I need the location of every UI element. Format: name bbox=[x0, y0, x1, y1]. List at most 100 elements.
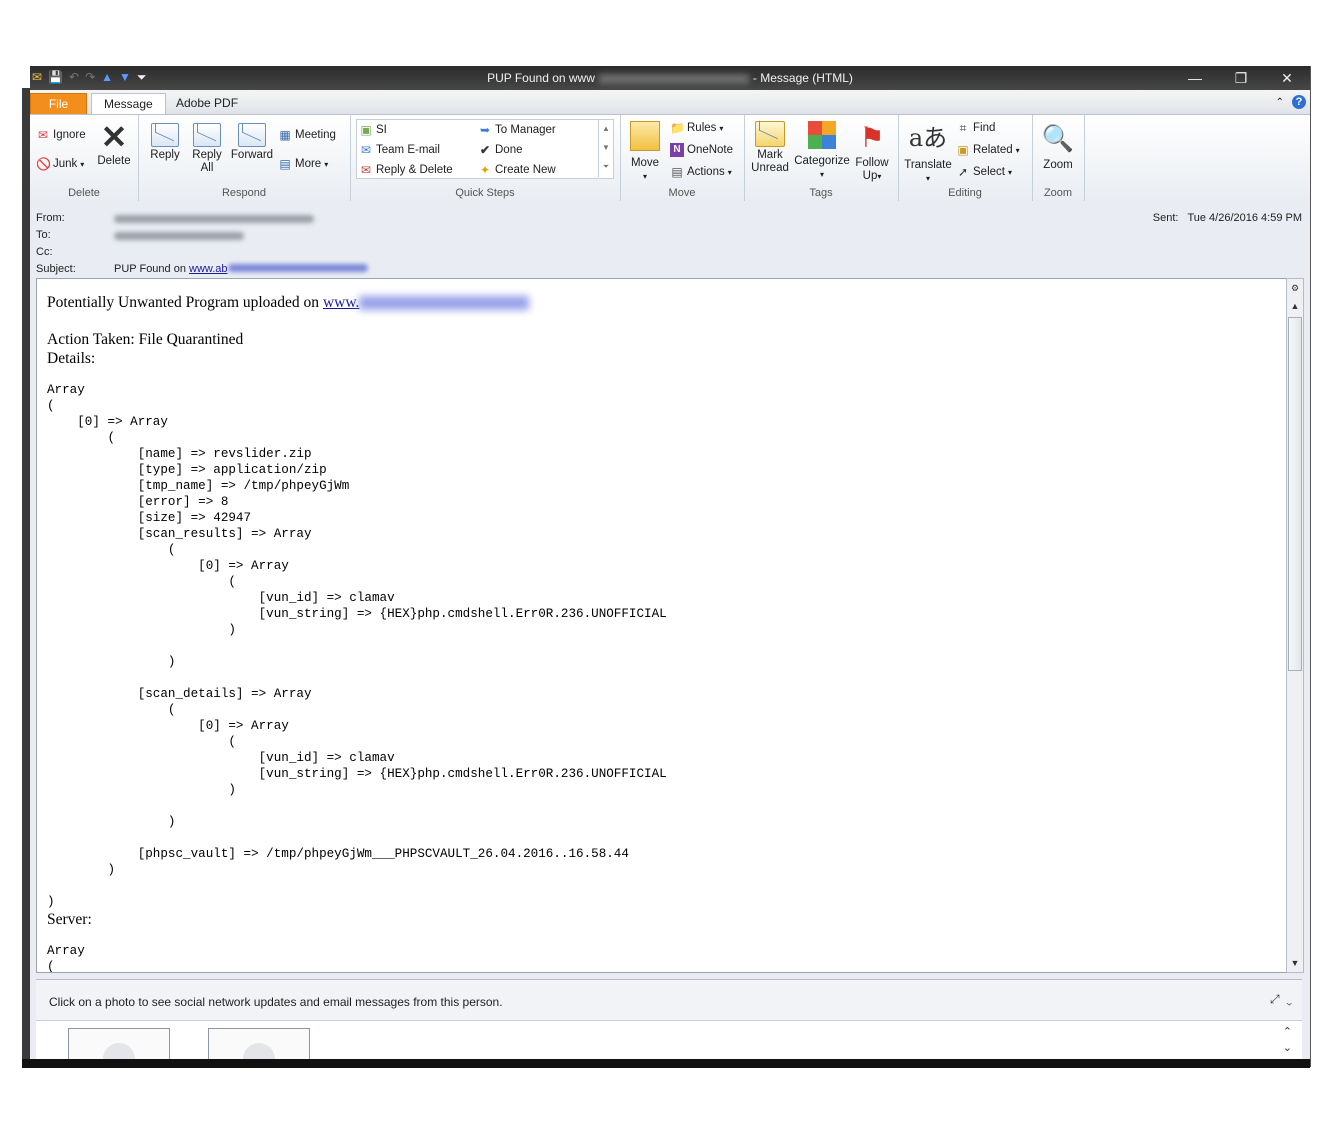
redacted-link bbox=[359, 296, 530, 311]
ignore-icon: ✉ bbox=[37, 128, 49, 142]
tab-file[interactable]: File bbox=[30, 93, 87, 115]
meeting-calendar-icon: ▦ bbox=[279, 128, 291, 142]
quickstep-reply-delete[interactable]: ✉ Reply & Delete bbox=[359, 163, 453, 177]
scroll-down-arrow[interactable]: ▼ bbox=[1287, 956, 1303, 971]
window-controls: — ❐ ✕ bbox=[1172, 66, 1310, 90]
checkmark-icon: ✔ bbox=[479, 143, 491, 157]
categorize-icon bbox=[808, 121, 836, 149]
minimize-button[interactable]: — bbox=[1172, 66, 1218, 90]
cc-label: Cc: bbox=[36, 246, 53, 258]
forward-arrow-icon: ➥ bbox=[479, 123, 491, 137]
quickstep-create-new[interactable]: ✦ Create New bbox=[478, 163, 556, 177]
mark-unread-icon bbox=[755, 121, 785, 147]
scroll-up-arrow[interactable]: ▲ bbox=[1287, 299, 1303, 314]
group-quick-steps: ▣ SI ➥ To Manager ✉ Team E-mail ✔ Done ✉… bbox=[350, 115, 621, 201]
details-label: Details: bbox=[47, 350, 96, 367]
actions-button[interactable]: ▤ Actions ▾ bbox=[670, 165, 732, 179]
move-button[interactable]: Move ▾ bbox=[626, 121, 664, 183]
group-move: Move ▾ 📁 Rules ▾ N OneNote ▤ Actions ▾ Move bbox=[620, 115, 745, 201]
title-bar: ✉ 💾 ↶ ↷ ▲ ▼ ⏷ PUP Found on www - Message … bbox=[30, 66, 1310, 90]
quickstep-team-email[interactable]: ✉ Team E-mail bbox=[359, 143, 440, 157]
zoom-button[interactable]: 🔍 Zoom bbox=[1036, 119, 1080, 172]
more-respond-button[interactable]: ▤ More ▾ bbox=[278, 157, 328, 171]
action-taken: Action Taken: File Quarantined bbox=[47, 331, 244, 348]
tab-adobe-pdf[interactable]: Adobe PDF bbox=[164, 93, 250, 114]
from-value-redacted[interactable] bbox=[114, 214, 314, 226]
to-value-redacted[interactable] bbox=[114, 231, 244, 243]
rules-button[interactable]: 📁 Rules ▾ bbox=[670, 121, 723, 135]
find-button[interactable]: ⌗ Find bbox=[956, 121, 996, 135]
group-label-quick-steps: Quick Steps bbox=[455, 187, 515, 199]
ignore-button[interactable]: ✉ Ignore bbox=[36, 128, 86, 142]
people-pane-bar: Click on a photo to see social network u… bbox=[36, 980, 1302, 1021]
flag-icon: ⚑ bbox=[859, 122, 885, 153]
server-array-dump: Array ( bbox=[47, 944, 85, 973]
to-label: To: bbox=[36, 229, 51, 241]
group-delete: ✉ Ignore 🚫 Junk ▾ ✕ Delete Delete bbox=[30, 115, 139, 201]
group-label-editing: Editing bbox=[948, 187, 982, 199]
translate-button[interactable]: aあ Translate ▾ bbox=[902, 119, 954, 185]
chevron-down-icon[interactable]: ⌄ bbox=[1286, 992, 1292, 1006]
junk-icon: 🚫 bbox=[36, 157, 51, 171]
quickstep-si[interactable]: ▣ SI bbox=[359, 123, 387, 137]
forward-icon bbox=[238, 123, 266, 147]
expand-icon[interactable]: ⤢ bbox=[1270, 992, 1280, 1006]
actions-icon: ▤ bbox=[671, 165, 683, 179]
server-label: Server: bbox=[47, 911, 92, 928]
message-body[interactable]: Potentially Unwanted Program uploaded on… bbox=[36, 278, 1288, 973]
junk-button[interactable]: 🚫 Junk ▾ bbox=[36, 157, 84, 171]
mark-unread-button[interactable]: Mark Unread bbox=[748, 121, 792, 175]
group-label-zoom: Zoom bbox=[1043, 187, 1073, 199]
dropdown-arrow-icon: ▾ bbox=[819, 170, 824, 179]
delete-x-icon: ✕ bbox=[100, 119, 128, 155]
people-pane-hint: Click on a photo to see social network u… bbox=[49, 995, 503, 1009]
dropdown-arrow-icon: ▾ bbox=[1007, 167, 1012, 177]
people-pane: Click on a photo to see social network u… bbox=[36, 979, 1302, 1067]
delete-button[interactable]: ✕ Delete bbox=[96, 121, 132, 168]
outlook-message-window: ✉ 💾 ↶ ↷ ▲ ▼ ⏷ PUP Found on www - Message … bbox=[30, 66, 1311, 1067]
message-scrollbar[interactable]: ⚙ ▲ ▼ bbox=[1286, 278, 1304, 973]
message-content: Potentially Unwanted Program uploaded on… bbox=[47, 293, 667, 973]
onenote-icon: N bbox=[670, 143, 684, 157]
meeting-button[interactable]: ▦ Meeting bbox=[278, 128, 336, 142]
categorize-button[interactable]: Categorize ▾ bbox=[794, 121, 850, 181]
subject-link[interactable]: www.ab bbox=[189, 263, 228, 275]
group-zoom: 🔍 Zoom Zoom bbox=[1032, 115, 1085, 201]
group-label-respond: Respond bbox=[221, 187, 267, 199]
quick-steps-scroll[interactable]: ▲ ▼ ⏷ bbox=[598, 119, 613, 177]
dropdown-arrow-icon: ▾ bbox=[324, 159, 329, 169]
related-icon: ▣ bbox=[957, 143, 969, 157]
onenote-button[interactable]: N OneNote bbox=[670, 143, 733, 157]
dropdown-arrow-icon: ▾ bbox=[719, 123, 724, 133]
people-pane-controls: ⤢ ⌄ bbox=[1270, 992, 1292, 1007]
follow-up-button[interactable]: ⚑ Follow Up▾ bbox=[852, 121, 892, 183]
related-button[interactable]: ▣ Related ▾ bbox=[956, 143, 1019, 157]
close-button[interactable]: ✕ bbox=[1264, 66, 1310, 90]
select-button[interactable]: ➚ Select ▾ bbox=[956, 165, 1012, 179]
body-site-link[interactable]: www. bbox=[323, 294, 530, 311]
translate-icon: aあ bbox=[908, 124, 948, 152]
tab-message[interactable]: Message bbox=[91, 93, 166, 115]
scroll-settings-icon[interactable]: ⚙ bbox=[1287, 281, 1303, 296]
minimize-ribbon-icon[interactable]: ⌃ bbox=[1276, 97, 1284, 108]
restore-button[interactable]: ❐ bbox=[1218, 66, 1264, 90]
subject-value: PUP Found on www.ab bbox=[114, 263, 368, 275]
ribbon-tab-controls: ⌃ ? bbox=[1276, 95, 1306, 109]
group-label-move: Move bbox=[668, 187, 696, 199]
people-scroll-arrows[interactable]: ⌃ ⌄ bbox=[1283, 1024, 1292, 1056]
reply-icon bbox=[151, 123, 179, 147]
quickstep-done[interactable]: ✔ Done bbox=[478, 143, 523, 157]
forward-button[interactable]: Forward bbox=[230, 123, 274, 162]
binoculars-icon: ⌗ bbox=[959, 121, 967, 135]
reply-button[interactable]: Reply bbox=[148, 123, 182, 162]
dropdown-arrow-icon: ▾ bbox=[80, 159, 85, 169]
quickstep-to-manager[interactable]: ➥ To Manager bbox=[478, 123, 556, 137]
scroll-thumb[interactable] bbox=[1288, 317, 1302, 671]
details-array-dump: Array ( [0] => Array ( [name] => revslid… bbox=[47, 383, 667, 909]
reply-all-button[interactable]: Reply All bbox=[190, 123, 224, 175]
dropdown-arrow-icon: ▾ bbox=[925, 174, 930, 183]
sent-info: Sent: Tue 4/26/2016 4:59 PM bbox=[1152, 212, 1302, 224]
ribbon-tabs: File Message Adobe PDF ⌃ ? bbox=[30, 90, 1310, 115]
help-icon[interactable]: ? bbox=[1292, 95, 1306, 109]
dropdown-arrow-icon: ▾ bbox=[727, 167, 732, 177]
